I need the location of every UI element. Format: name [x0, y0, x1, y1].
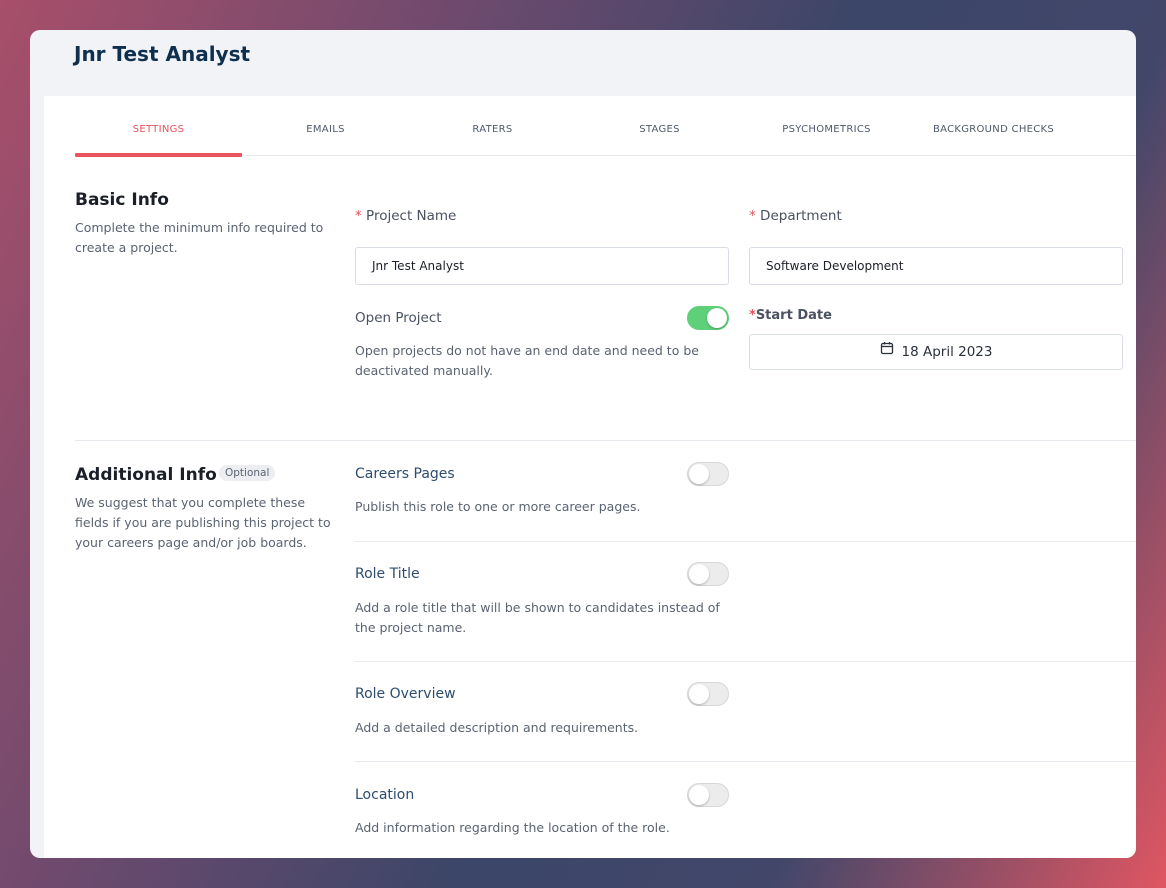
tab-psychometrics[interactable]: PSYCHOMETRICS	[743, 96, 910, 156]
required-marker: *	[355, 208, 362, 224]
option-divider	[355, 541, 1136, 542]
department-input[interactable]: Software Development	[749, 247, 1123, 285]
careers-pages-toggle[interactable]	[687, 462, 729, 486]
tab-bar: SETTINGS EMAILS RATERS STAGES PSYCHOMETR…	[75, 96, 1136, 157]
page-title: Jnr Test Analyst	[74, 42, 251, 66]
calendar-icon	[880, 334, 894, 368]
role-overview-label: Role Overview	[355, 686, 456, 702]
toggle-knob	[689, 464, 709, 484]
role-title-toggle[interactable]	[687, 562, 729, 586]
tab-background-checks[interactable]: BACKGROUND CHECKS	[910, 96, 1077, 156]
location-description: Add information regarding the location o…	[355, 820, 670, 835]
additional-info-description: We suggest that you complete these field…	[75, 495, 331, 550]
careers-pages-label: Careers Pages	[355, 466, 455, 482]
additional-info-title: Additional Info	[75, 465, 217, 485]
role-overview-toggle[interactable]	[687, 682, 729, 706]
option-divider	[355, 761, 1136, 762]
role-title-description: Add a role title that will be shown to c…	[355, 600, 720, 635]
basic-info-title: Basic Info	[75, 190, 169, 210]
tab-settings[interactable]: SETTINGS	[75, 96, 242, 157]
open-project-description: Open projects do not have an end date an…	[355, 343, 699, 378]
tab-raters[interactable]: RATERS	[409, 96, 576, 156]
toggle-knob	[707, 308, 727, 328]
start-date-value: 18 April 2023	[901, 344, 993, 360]
basic-info-description: Complete the minimum info required to cr…	[75, 220, 324, 255]
required-marker: *	[749, 308, 756, 323]
role-title-label: Role Title	[355, 566, 420, 582]
tab-stages[interactable]: STAGES	[576, 96, 743, 156]
toggle-knob	[689, 785, 709, 805]
department-label: * Department	[749, 208, 842, 224]
role-overview-description: Add a detailed description and requireme…	[355, 720, 639, 735]
optional-badge: Optional	[219, 465, 276, 481]
settings-panel: SETTINGS EMAILS RATERS STAGES PSYCHOMETR…	[44, 96, 1136, 858]
careers-pages-description: Publish this role to one or more career …	[355, 499, 641, 514]
location-toggle[interactable]	[687, 783, 729, 807]
project-name-label: * Project Name	[355, 208, 457, 224]
open-project-label: Open Project	[355, 310, 442, 326]
location-label: Location	[355, 787, 415, 803]
required-marker: *	[749, 208, 756, 224]
start-date-label: *Start Date	[749, 308, 832, 323]
start-date-picker[interactable]: 18 April 2023	[749, 334, 1123, 370]
tab-emails[interactable]: EMAILS	[242, 96, 409, 156]
section-divider	[75, 440, 1136, 441]
toggle-knob	[689, 684, 709, 704]
app-window: Jnr Test Analyst SETTINGS EMAILS RATERS …	[30, 30, 1136, 858]
project-name-input[interactable]: Jnr Test Analyst	[355, 247, 729, 285]
open-project-toggle[interactable]	[687, 306, 729, 330]
option-divider	[355, 661, 1136, 662]
toggle-knob	[689, 564, 709, 584]
